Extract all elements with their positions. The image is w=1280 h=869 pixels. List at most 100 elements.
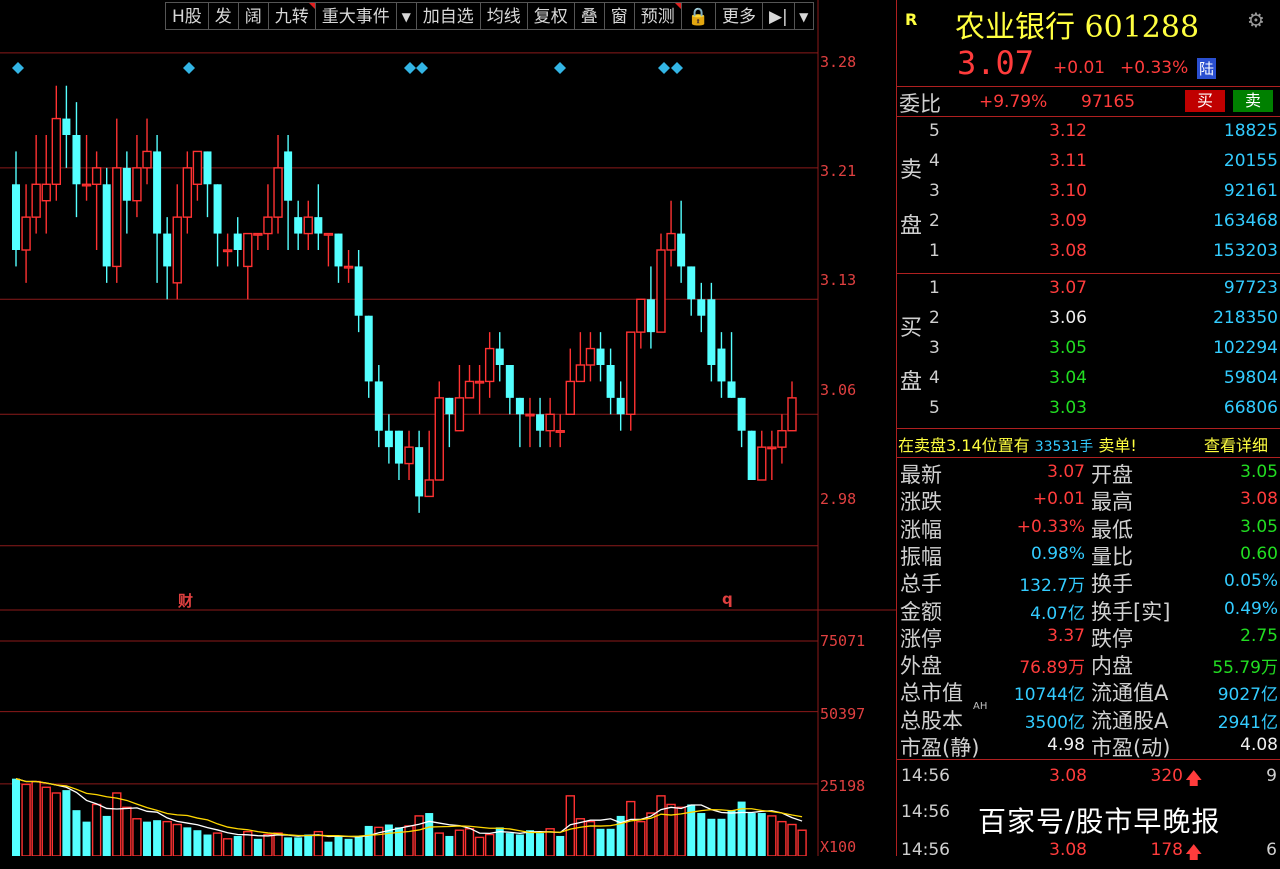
view-details-link[interactable]: 查看详细: [1204, 432, 1268, 456]
major-events-dropdown-icon[interactable]: ▼: [395, 2, 416, 30]
adjust-button[interactable]: 复权: [526, 2, 574, 30]
candle-body: [464, 380, 475, 399]
candle-body: [787, 397, 797, 432]
ah-superscript: AH: [973, 701, 988, 712]
bid-row[interactable]: 2 3.06 218350: [897, 308, 1280, 338]
major-events-button[interactable]: 重大事件: [314, 2, 396, 30]
stat-value: 2941亿: [1217, 712, 1278, 733]
candle-body: [404, 446, 414, 465]
bid-row[interactable]: 3 3.05 102294: [897, 338, 1280, 368]
bid-level: 1: [929, 278, 940, 298]
add-watchlist-button[interactable]: 加自选: [415, 2, 480, 30]
bid-volume: 59804: [1223, 368, 1278, 388]
price-axis-tick: 3.13: [820, 271, 857, 289]
candle-body: [777, 430, 787, 448]
stat-label: 最高: [1091, 490, 1133, 515]
stat-label: 换手: [1091, 572, 1133, 597]
tick-count: 6: [1266, 840, 1277, 860]
alert-text[interactable]: 在卖盘3.14位置有 33531手 卖单!: [898, 432, 1137, 456]
divider: [897, 273, 1280, 274]
volume-bar: [747, 813, 756, 856]
volume-bar: [294, 837, 303, 856]
stat-row: 振幅 0.98% 量比 0.60: [897, 541, 1280, 569]
ask-row[interactable]: 5 3.12 18825: [897, 121, 1280, 151]
forecast-button[interactable]: 预测: [633, 2, 681, 30]
alert-suffix: 卖单!: [1098, 436, 1137, 455]
volume-bar: [474, 836, 485, 856]
ask-price: 3.08: [1049, 241, 1087, 261]
bid-row[interactable]: 5 3.03 66806: [897, 398, 1280, 428]
weibi-label: 委比: [899, 92, 941, 116]
candle-body: [323, 232, 334, 236]
finance-marker[interactable]: 财: [178, 590, 193, 611]
ask-row[interactable]: 3 3.10 92161: [897, 181, 1280, 211]
volume-bar: [797, 829, 807, 856]
volume-bar: [183, 827, 192, 856]
stat-row: 外盘 76.89万 内盘 55.79万: [897, 650, 1280, 679]
candle-body: [31, 183, 41, 218]
q-marker[interactable]: q: [722, 590, 733, 608]
stat-label: 量比: [1091, 544, 1133, 569]
more-button[interactable]: 更多: [714, 2, 762, 30]
stat-value: 55.79万: [1212, 658, 1278, 679]
stat-row: 涨停 3.37 跌停 2.75: [897, 623, 1280, 651]
candle-body: [112, 167, 122, 268]
tick-volume: 178: [1150, 840, 1183, 860]
moving-average-button[interactable]: 均线: [479, 2, 527, 30]
volume-chart[interactable]: [0, 611, 896, 856]
volume-bar: [606, 828, 615, 856]
candle-body: [203, 151, 212, 185]
candle-body: [233, 233, 242, 250]
settings-gear-icon[interactable]: ⚙: [1247, 8, 1265, 32]
volume-axis-tick: 50397: [820, 705, 866, 723]
candle-body: [737, 397, 746, 431]
candle-body: [213, 184, 222, 234]
overlay-button[interactable]: 叠: [573, 2, 604, 30]
kuo-button[interactable]: 阔: [237, 2, 268, 30]
lock-icon[interactable]: 🔒: [680, 2, 715, 30]
jiuzhuan-button[interactable]: 九转: [267, 2, 315, 30]
volume-bar: [112, 792, 122, 856]
volume-bar: [263, 833, 273, 856]
watermark: 百家号/股市早晚报: [978, 805, 1221, 838]
volume-bar: [253, 838, 262, 856]
stat-row: 总手 132.7万 换手 0.05%: [897, 568, 1280, 597]
candle-body: [646, 299, 655, 333]
window-button[interactable]: 窗: [603, 2, 634, 30]
candle-body: [374, 381, 383, 431]
ask-row[interactable]: 1 3.08 153203: [897, 241, 1280, 271]
candle-body: [314, 217, 323, 234]
volume-bar: [143, 821, 152, 856]
candle-body: [343, 265, 354, 269]
price-chart[interactable]: [0, 0, 896, 611]
candle-body: [222, 249, 233, 253]
stock-connect-badge: 陆: [1197, 58, 1217, 79]
stat-value: 3500亿: [1024, 712, 1085, 733]
volume-bar: [193, 830, 202, 856]
ask-price: 3.10: [1049, 181, 1087, 201]
bid-row[interactable]: 4 3.04 59804: [897, 368, 1280, 398]
ask-row[interactable]: 2 3.09 163468: [897, 211, 1280, 241]
volume-bar: [626, 800, 636, 856]
bid-row[interactable]: 1 3.07 97723: [897, 278, 1280, 308]
buy-button[interactable]: 买: [1185, 90, 1225, 112]
volume-bar: [536, 833, 545, 856]
kline-chart-area[interactable]: 3.28 3.21 3.13 3.06 2.98 75071 50397 251…: [0, 0, 896, 856]
sell-button[interactable]: 卖: [1233, 90, 1273, 112]
h-share-button[interactable]: H股: [165, 2, 208, 30]
step-forward-icon[interactable]: ▶|: [761, 2, 794, 30]
volume-bar: [284, 837, 293, 856]
volume-bar: [233, 835, 242, 856]
stat-value: 76.89万: [1019, 658, 1085, 679]
fa-button[interactable]: 发: [207, 2, 238, 30]
tick-row[interactable]: 14:56 3.08 178 🡅 6: [897, 840, 1280, 868]
tick-row[interactable]: 14:56 3.08 320 🡅 9: [897, 766, 1280, 794]
ask-volume: 153203: [1213, 241, 1278, 261]
more-dropdown-icon[interactable]: ▼: [793, 2, 814, 30]
stat-label: 流通值A: [1091, 681, 1169, 706]
candle-body: [697, 299, 706, 316]
ask-row[interactable]: 4 3.11 20155: [897, 151, 1280, 181]
bid-volume: 97723: [1223, 278, 1278, 298]
volume-bar: [646, 812, 656, 856]
volume-axis-tick: 25198: [820, 777, 866, 795]
